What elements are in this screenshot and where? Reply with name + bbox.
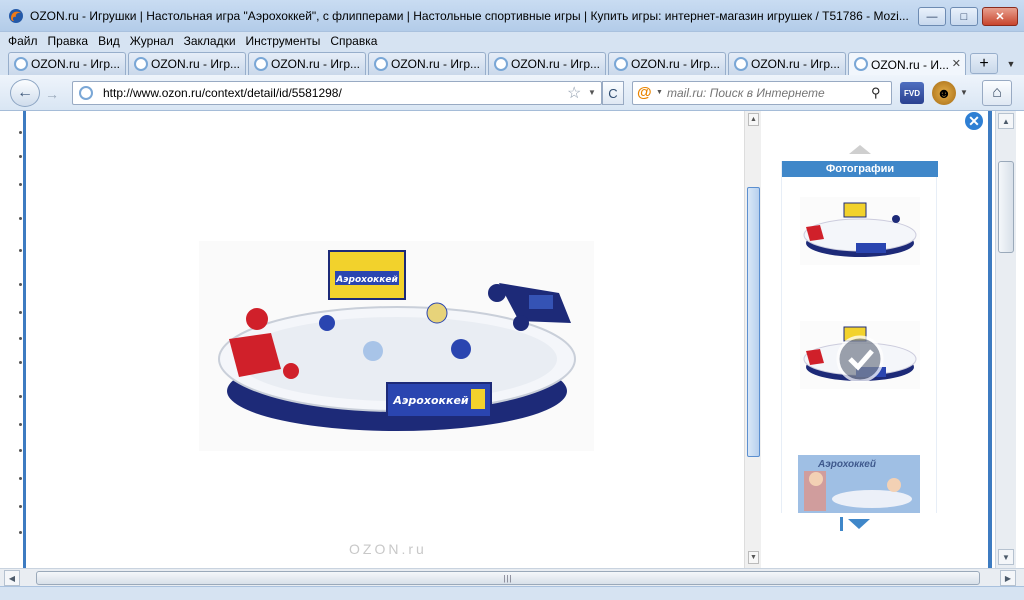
horizontal-scrollbar[interactable]: ◀ ||| ▶: [0, 568, 1024, 586]
menu-bar: Файл Правка Вид Журнал Закладки Инструме…: [0, 32, 1024, 50]
scroll-down-arrow-icon[interactable]: ▼: [748, 551, 759, 564]
scrollbar-thumb[interactable]: [747, 187, 760, 457]
ozon-watermark: OZON.ru: [349, 541, 427, 557]
ozon-favicon-icon: [854, 57, 868, 71]
bookmark-star-icon[interactable]: ☆: [567, 83, 581, 103]
navigation-bar: ← → http://www.ozon.ru/context/detail/id…: [0, 75, 1024, 111]
title-bar: OZON.ru - Игрушки | Настольная игра "Аэр…: [0, 0, 1024, 32]
close-viewer-button[interactable]: ✕: [964, 111, 984, 131]
ozon-favicon-icon: [134, 57, 148, 71]
menu-bookmarks[interactable]: Закладки: [184, 34, 236, 48]
front-panel-label: Аэрохоккей: [392, 394, 469, 407]
tab-4[interactable]: OZON.ru - Игр...: [368, 52, 486, 75]
page-content: Аэрохоккей Аэрохоккей OZON.ru ▲ ▼ ✕ Фото…: [0, 111, 1024, 568]
viewer-scrollbar[interactable]: ▲ ▼: [744, 111, 761, 568]
home-button[interactable]: ⌂: [982, 80, 1012, 106]
search-input[interactable]: [667, 85, 867, 101]
window-title: OZON.ru - Игрушки | Настольная игра "Аэр…: [30, 9, 909, 23]
ozon-favicon-icon: [734, 57, 748, 71]
reload-button[interactable]: C: [602, 81, 624, 105]
tab-bar: OZON.ru - Игр... OZON.ru - Игр... OZON.r…: [0, 50, 1024, 76]
tab-label: OZON.ru - Игр...: [271, 57, 361, 71]
tab-7[interactable]: OZON.ru - Игр...: [728, 52, 846, 75]
ozon-favicon-icon: [254, 57, 268, 71]
mailru-search-engine-icon[interactable]: @: [637, 84, 652, 101]
menu-edit[interactable]: Правка: [48, 34, 89, 48]
gallery-up-arrow-icon[interactable]: [849, 145, 871, 154]
scroll-right-arrow-icon[interactable]: ▶: [1000, 570, 1016, 586]
close-tab-icon[interactable]: ✕: [952, 57, 961, 70]
scoreboard-label: Аэрохоккей: [335, 275, 398, 285]
menu-history[interactable]: Журнал: [130, 34, 174, 48]
maximize-button[interactable]: □: [950, 7, 978, 26]
tab-label: OZON.ru - И...: [871, 57, 949, 72]
back-button[interactable]: ←: [10, 79, 40, 107]
tab-label: OZON.ru - Игр...: [631, 57, 721, 71]
tab-1[interactable]: OZON.ru - Игр...: [8, 52, 126, 75]
tab-2[interactable]: OZON.ru - Игр...: [128, 52, 246, 75]
firefox-icon: [9, 9, 23, 23]
tab-6[interactable]: OZON.ru - Игр...: [608, 52, 726, 75]
page-left-edge: [0, 111, 26, 568]
tab-label: OZON.ru - Игр...: [391, 57, 481, 71]
url-history-dropdown-icon[interactable]: ▼: [588, 88, 596, 97]
tab-8-active[interactable]: OZON.ru - И... ✕: [848, 52, 966, 76]
greasemonkey-dropdown-icon[interactable]: ▼: [960, 88, 968, 97]
ozon-favicon-icon: [79, 86, 93, 100]
page-scroll-down-arrow-icon[interactable]: ▼: [998, 549, 1014, 565]
box-title-label: Аэрохоккей: [818, 459, 876, 470]
menu-view[interactable]: Вид: [98, 34, 120, 48]
ozon-favicon-icon: [614, 57, 628, 71]
tab-label: OZON.ru - Игр...: [151, 57, 241, 71]
gallery-thumbnail-1[interactable]: [800, 197, 920, 265]
gallery-header: Фотографии: [782, 161, 938, 177]
search-engine-dropdown-icon[interactable]: ▼: [656, 89, 663, 96]
scroll-up-arrow-icon[interactable]: ▲: [748, 113, 759, 126]
gallery-thumbnail-2-selected[interactable]: [800, 321, 920, 389]
close-window-button[interactable]: ✕: [982, 7, 1018, 26]
ozon-favicon-icon: [494, 57, 508, 71]
ozon-favicon-icon: [14, 57, 28, 71]
page-scrollbar[interactable]: ▲ ▼: [995, 111, 1016, 568]
search-icon[interactable]: ⚲: [871, 85, 881, 101]
gallery-down-arrow-icon[interactable]: [848, 519, 870, 529]
gallery-thumbnail-3[interactable]: Аэрохоккей: [798, 455, 920, 513]
page-scrollbar-thumb[interactable]: [998, 161, 1014, 253]
greasemonkey-icon[interactable]: ☻: [932, 81, 956, 105]
menu-file[interactable]: Файл: [8, 34, 38, 48]
url-text[interactable]: http://www.ozon.ru/context/detail/id/558…: [103, 86, 342, 100]
gallery-strip: Фотографии Аэрохоккей: [781, 161, 938, 513]
minimize-button[interactable]: —: [918, 7, 946, 26]
new-tab-button[interactable]: +: [970, 53, 998, 74]
menu-tools[interactable]: Инструменты: [246, 34, 321, 48]
page-right-edge: [988, 111, 992, 568]
tab-list-dropdown-icon[interactable]: ▼: [1002, 53, 1020, 74]
fvd-addon-button[interactable]: FVD: [900, 82, 924, 104]
page-scroll-up-arrow-icon[interactable]: ▲: [998, 113, 1014, 129]
tab-3[interactable]: OZON.ru - Игр...: [248, 52, 366, 75]
gallery-scroll-indicator: [840, 517, 843, 531]
menu-help[interactable]: Справка: [330, 34, 377, 48]
photo-viewer: Аэрохоккей Аэрохоккей OZON.ru: [29, 111, 744, 568]
status-bar: [0, 586, 1024, 600]
photo-gallery-panel: ✕ Фотографии Аэрохоккей: [761, 111, 988, 568]
tab-label: OZON.ru - Игр...: [31, 57, 121, 71]
ozon-favicon-icon: [374, 57, 388, 71]
tab-5[interactable]: OZON.ru - Игр...: [488, 52, 606, 75]
product-main-image[interactable]: Аэрохоккей Аэрохоккей: [199, 241, 594, 451]
forward-button[interactable]: →: [40, 84, 64, 104]
search-bar[interactable]: @ ▼ ⚲: [632, 81, 892, 105]
tab-label: OZON.ru - Игр...: [511, 57, 601, 71]
tab-label: OZON.ru - Игр...: [751, 57, 841, 71]
scroll-left-arrow-icon[interactable]: ◀: [4, 570, 20, 586]
address-bar[interactable]: http://www.ozon.ru/context/detail/id/558…: [72, 81, 602, 105]
horizontal-scrollbar-thumb[interactable]: |||: [36, 571, 980, 585]
